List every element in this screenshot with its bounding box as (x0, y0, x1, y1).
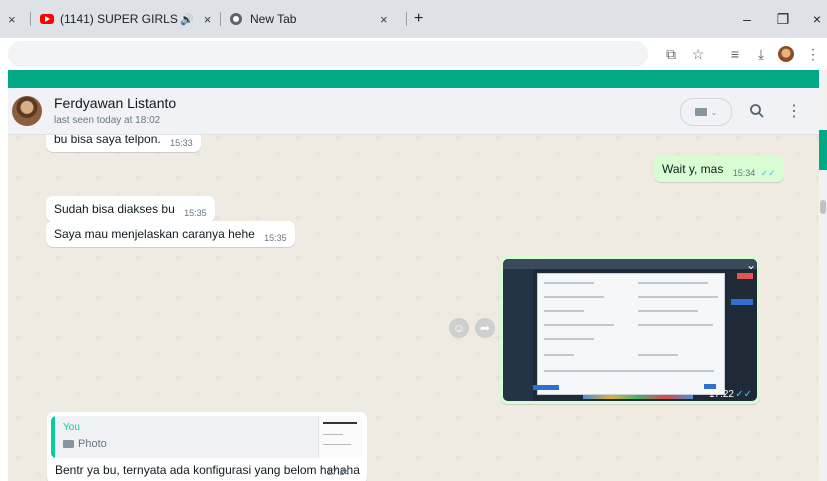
message-time: 17:24 (327, 467, 350, 477)
tab-title: New Tab (250, 12, 297, 26)
message-image[interactable]: ⌄ 17:22 ✓✓ (500, 256, 760, 404)
image-content-decor (737, 273, 753, 279)
camera-icon (63, 440, 74, 448)
last-seen-status: last seen today at 18:02 (54, 115, 161, 126)
browser-tabstrip: × (1141) SUPER GIRLS! Ziva M 🔊 × New Tab… (0, 0, 827, 38)
search-icon[interactable] (744, 98, 770, 124)
message-incoming-reply[interactable]: You Photo Bentr ya bu, ternyata ada konf… (47, 412, 367, 481)
reading-list-icon[interactable]: ≡ (725, 44, 745, 64)
close-icon[interactable]: × (380, 12, 388, 27)
tab-divider (220, 12, 221, 26)
message-text: Bentr ya bu, ternyata ada konfigurasi ya… (55, 463, 360, 477)
quoted-thumbnail (318, 416, 363, 458)
youtube-icon (40, 14, 54, 24)
address-bar[interactable] (8, 41, 648, 67)
image-content-decor (503, 269, 533, 401)
whatsapp-top-band (8, 70, 827, 88)
message-time: 17:22 (708, 389, 734, 400)
tab-search-button[interactable]: × (8, 0, 24, 38)
image-content-decor (537, 273, 725, 395)
chrome-icon (230, 13, 242, 25)
double-check-icon: ✓✓ (760, 168, 776, 178)
menu-kebab-icon[interactable]: ⋮ (803, 44, 823, 64)
message-outgoing[interactable]: Wait y, mas 15:34 ✓✓ (654, 156, 784, 182)
close-icon[interactable]: × (204, 12, 212, 27)
message-time: 15:35 (264, 233, 287, 243)
image-content-decor (533, 385, 559, 390)
tab-title: (1141) SUPER GIRLS! Ziva M (60, 12, 178, 26)
image-content-decor (583, 395, 693, 399)
tab-new-tab[interactable]: New Tab × (230, 0, 410, 38)
message-incoming[interactable]: Saya mau menjelaskan caranya hehe 15:35 (46, 221, 295, 247)
image-content-decor (731, 299, 753, 305)
browser-toolbar: ⧉ ☆ ≡ ⤓ ⋮ (0, 38, 827, 70)
message-time: 15:34 (732, 168, 756, 178)
message-incoming[interactable]: Sudah bisa diakses bu 15:35 (46, 196, 215, 222)
scrollbar[interactable] (819, 70, 827, 481)
chat-header: Ferdyawan Listanto last seen today at 18… (8, 88, 819, 135)
scrollbar-thumb[interactable] (820, 200, 826, 214)
message-time: 15:35 (184, 208, 207, 218)
message-text: Wait y, mas (662, 162, 724, 176)
quoted-type-label: Photo (78, 438, 107, 450)
minimize-button[interactable]: – (727, 0, 767, 38)
image-thumbnail[interactable] (503, 259, 757, 401)
message-text: Sudah bisa diakses bu (54, 202, 175, 216)
forward-icon[interactable]: ➦ (475, 318, 495, 338)
profile-avatar-icon[interactable] (776, 44, 796, 64)
window-close-button[interactable]: × (797, 0, 827, 38)
quoted-type: Photo (63, 438, 107, 450)
tab-divider (406, 12, 407, 26)
image-content-decor (503, 259, 757, 269)
emoji-reaction-icon[interactable]: ☺ (449, 318, 469, 338)
speaker-icon[interactable]: 🔊 (180, 13, 194, 26)
quoted-message[interactable]: You Photo (51, 416, 363, 458)
bookmark-star-icon[interactable]: ☆ (688, 44, 708, 64)
video-call-button[interactable]: ⌄ (680, 98, 732, 126)
avatar[interactable] (12, 96, 42, 126)
quote-accent-bar (51, 416, 55, 458)
double-check-icon: ✓✓ (735, 389, 752, 400)
tab-youtube[interactable]: (1141) SUPER GIRLS! Ziva M 🔊 × (40, 0, 222, 38)
close-icon[interactable]: × (8, 12, 16, 27)
chevron-down-icon: ⌄ (710, 107, 718, 117)
chevron-down-icon[interactable]: ⌄ (746, 258, 756, 272)
video-camera-icon (694, 108, 707, 116)
contact-name[interactable]: Ferdyawan Listanto (54, 95, 176, 111)
quoted-author: You (63, 422, 80, 433)
menu-kebab-icon[interactable]: ⋮ (781, 98, 807, 124)
download-icon[interactable]: ⤓ (751, 44, 771, 64)
message-text: Saya mau menjelaskan caranya hehe (54, 227, 255, 241)
chat-panel: bu bisa saya telpon. 15:33 Wait y, mas 1… (8, 88, 819, 481)
message-time: 15:33 (170, 138, 193, 148)
install-app-icon[interactable]: ⧉ (661, 44, 681, 64)
scrollbar-accent (819, 130, 827, 170)
tab-divider (30, 12, 31, 26)
new-tab-button[interactable]: + (414, 0, 430, 38)
